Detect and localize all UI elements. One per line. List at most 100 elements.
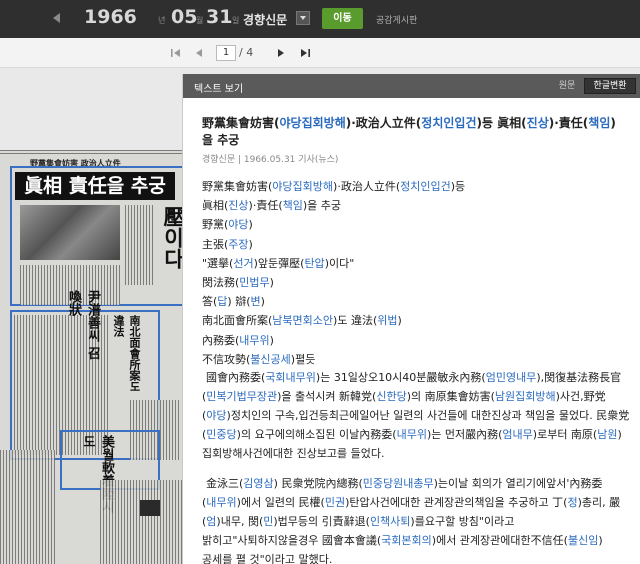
headline-line: 野黨(야당) bbox=[202, 215, 465, 234]
previous-page-icon[interactable] bbox=[193, 47, 205, 59]
headline-line: 野黨集會妨害(야당집회방해)·政治人立件(정치인입건)등 bbox=[202, 177, 465, 196]
hangul-reading: 민복기법무장관 bbox=[206, 390, 278, 403]
hangul-reading: 불신공세 bbox=[250, 352, 291, 366]
first-page-icon[interactable] bbox=[170, 47, 182, 59]
text-segment: 金泳三( bbox=[206, 477, 244, 490]
date-day[interactable]: 31 bbox=[206, 6, 232, 28]
hangul-reading: 책임 bbox=[282, 199, 303, 213]
text-segment: )·政治人立件( bbox=[345, 116, 422, 130]
hangul-reading: 내무위 bbox=[396, 428, 427, 441]
hangul-reading: 야당집회방해 bbox=[272, 180, 334, 193]
headline-line: 不信攻勢(불신공세)펼듯 bbox=[202, 350, 465, 369]
text-segment: )내무, 閔( bbox=[216, 515, 264, 528]
text-segment: )을 출석시켜 新韓党( bbox=[277, 390, 377, 403]
text-segment: 不信攻勢( bbox=[202, 352, 251, 366]
text-segment: )는 31일상오10시40분嚴敏永內務( bbox=[315, 371, 486, 384]
text-segment: )에서 관계장관에대한不信任( bbox=[431, 534, 568, 547]
hangul-reading: 엄민영내무 bbox=[485, 371, 537, 384]
hangul-reading: 남원집회방해 bbox=[494, 390, 556, 403]
article-paragraph: 國會內務委(국회내무위)는 31일상오10시40분嚴敏永內務(엄민영내무),閔復… bbox=[202, 368, 630, 463]
text-segment: 野黨( bbox=[202, 218, 229, 232]
previous-date-icon[interactable] bbox=[53, 13, 60, 23]
vertical-headline: 選擧앞둔彈壓이다 bbox=[161, 206, 185, 269]
date-month[interactable]: 05 bbox=[171, 6, 197, 28]
text-segment: )앞둔彈壓( bbox=[253, 256, 305, 270]
hangul-reading: 민중당원내총무 bbox=[362, 477, 434, 490]
article-title: 野黨集會妨害(야당집회방해)·政治人立件(정치인입건)등 眞相(진상)·責任(책… bbox=[202, 115, 622, 149]
last-page-icon[interactable] bbox=[299, 47, 311, 59]
hangul-reading: 국회본회의 bbox=[381, 534, 432, 547]
headline-line: 眞相(진상)·責任(책임)을 추궁 bbox=[202, 196, 465, 215]
article-headlines: 野黨集會妨害(야당집회방해)·政治人立件(정치인입건)등 眞相(진상)·責任(책임… bbox=[202, 177, 465, 369]
tab-hangul-convert[interactable]: 한글변환 bbox=[584, 78, 636, 94]
hangul-reading: 답 bbox=[217, 295, 228, 309]
hangul-reading: 정치인입건 bbox=[421, 116, 477, 130]
headline-line: "選擧(선거)앞둔彈壓(탄압)이다" bbox=[202, 254, 465, 273]
hangul-reading: 탄압 bbox=[304, 256, 325, 270]
text-segment: )의 요구에의해소집된 이날內務委( bbox=[236, 428, 397, 441]
text-segment: 主張( bbox=[202, 237, 229, 251]
page-number-input[interactable]: 1 bbox=[216, 45, 236, 61]
headline-line: 答(답) 辯(변) bbox=[202, 292, 465, 311]
hangul-reading: 엄 bbox=[206, 515, 217, 528]
hangul-reading: 야당 bbox=[206, 409, 227, 422]
text-segment: 野黨集會妨害( bbox=[202, 116, 280, 130]
tab-original-text[interactable]: 원문 bbox=[552, 78, 582, 94]
headline-line: 主張(주장) bbox=[202, 235, 465, 254]
text-segment: )·責任( bbox=[548, 116, 589, 130]
top-bar: 1966 년 05 월 31 일 경향신문 이동 공감게시판 bbox=[0, 0, 640, 38]
text-segment: )의 南原集會妨害( bbox=[406, 390, 495, 403]
next-page-icon[interactable] bbox=[275, 47, 287, 59]
hangul-reading: 불신임 bbox=[567, 534, 599, 547]
text-segment: ) bbox=[269, 333, 274, 347]
text-segment: )는 먼저嚴內務( bbox=[426, 428, 503, 441]
month-unit: 월 bbox=[196, 16, 204, 25]
hangul-reading: 남북면회소안 bbox=[272, 314, 334, 328]
hangul-reading: 진상 bbox=[228, 199, 249, 213]
text-segment: )을 추궁 bbox=[302, 199, 342, 213]
text-segment: 野黨集會妨害( bbox=[202, 180, 273, 193]
page-total: / 4 bbox=[239, 46, 254, 59]
chevron-down-icon[interactable] bbox=[296, 11, 310, 25]
text-segment: ) bbox=[248, 237, 253, 251]
hangul-reading: 주장 bbox=[228, 237, 249, 251]
newspaper-page-image[interactable]: 野黨集會妨害 政治人立件 眞相 責任을 추궁 選擧앞둔彈壓이다 南北面會所案도違… bbox=[0, 150, 185, 564]
text-column bbox=[0, 450, 55, 564]
hangul-reading: 민법무 bbox=[239, 276, 270, 290]
text-segment: )펼듯 bbox=[290, 352, 316, 366]
page-navigation: 1 / 4 bbox=[0, 38, 640, 68]
article-meta: 경향신문 | 1966.05.31 기사(뉴스) bbox=[202, 155, 339, 165]
text-segment: )로부터 南原( bbox=[532, 428, 598, 441]
text-segment: )·責任( bbox=[248, 199, 283, 213]
hangul-reading: 신한당 bbox=[376, 390, 407, 403]
text-segment: ) 辯( bbox=[227, 295, 251, 309]
text-segment: )법무등의 引責辭退( bbox=[273, 515, 370, 528]
hangul-reading: 민 bbox=[263, 515, 274, 528]
day-unit: 일 bbox=[232, 16, 240, 25]
board-link[interactable]: 공감게시판 bbox=[376, 13, 417, 26]
year-unit: 년 bbox=[158, 16, 166, 25]
headline-line: 南北面會所案(남북면회소안)도 違法(위법) bbox=[202, 311, 465, 330]
text-view-panel: 텍스트 보기 원문 한글변환 野黨集會妨害(야당집회방해)·政治人立件(정치인입… bbox=[182, 74, 640, 564]
date-year[interactable]: 1966 bbox=[84, 6, 137, 28]
hangul-reading: 인책사퇴 bbox=[369, 515, 411, 528]
text-segment: )이다" bbox=[324, 256, 355, 270]
vertical-subhead: 尹潽善씨 召喚狀 bbox=[66, 290, 100, 360]
text-segment: ) bbox=[269, 276, 274, 290]
hangul-reading: 야당 bbox=[228, 218, 249, 232]
hangul-reading: 엄내무 bbox=[502, 428, 533, 441]
hangul-reading: 내무위 bbox=[206, 496, 237, 509]
text-segment: ) bbox=[248, 218, 253, 232]
text-segment: 南北面會所案( bbox=[202, 314, 273, 328]
hangul-reading: 내무위 bbox=[239, 333, 270, 347]
text-segment: )등 眞相( bbox=[476, 116, 527, 130]
text-segment: 內務委( bbox=[202, 333, 240, 347]
move-button[interactable]: 이동 bbox=[322, 8, 363, 29]
hangul-reading: 위법 bbox=[377, 314, 398, 328]
hangul-reading: 정치인입건 bbox=[400, 180, 451, 193]
vertical-subhead: 南北面會所案도違法 bbox=[112, 315, 141, 392]
hangul-reading: 책임 bbox=[588, 116, 611, 130]
news-photo bbox=[20, 205, 120, 260]
text-segment: 閔法務( bbox=[202, 276, 240, 290]
hangul-reading: 정 bbox=[567, 496, 578, 509]
